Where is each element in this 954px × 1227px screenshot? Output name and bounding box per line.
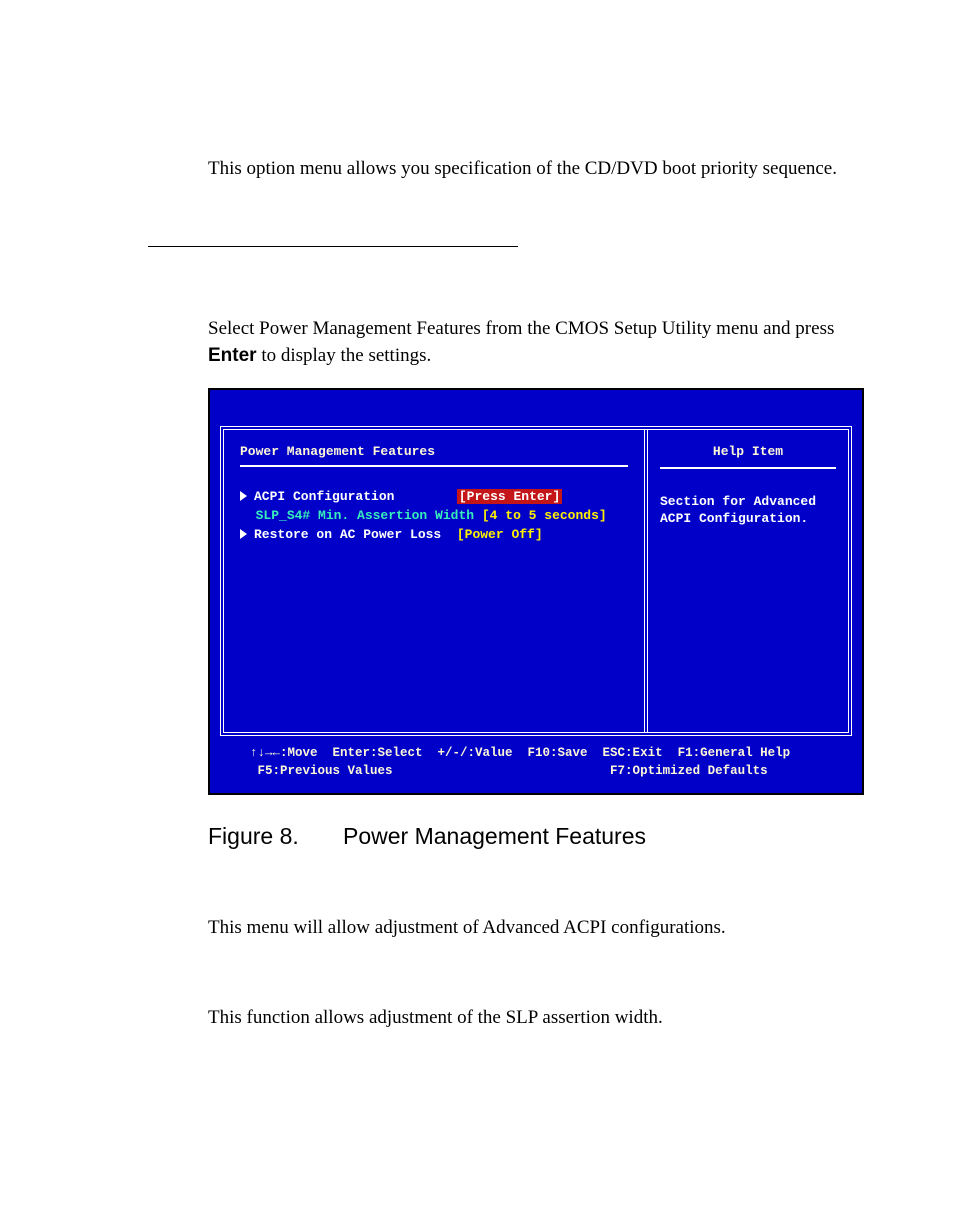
bios-footer: ↑↓→←:Move Enter:Select +/-/:Value F10:Sa… — [220, 736, 852, 784]
figure-caption: Figure 8.Power Management Features — [208, 823, 884, 850]
bios-row-label: ACPI Configuration — [254, 489, 394, 504]
figure-title: Power Management Features — [343, 823, 646, 849]
bios-panel: Power Management Features ACPI Configura… — [220, 426, 852, 736]
triangle-right-icon — [240, 529, 247, 539]
bios-row-value: [Press Enter] — [457, 489, 562, 504]
bios-row-label: Restore on AC Power Loss — [254, 527, 441, 542]
bios-left-panel: Power Management Features ACPI Configura… — [224, 430, 648, 732]
paragraph-slp: This function allows adjustment of the S… — [208, 1004, 884, 1032]
figure-number: Figure 8. — [208, 823, 343, 850]
instruction-post: to display the settings. — [257, 345, 432, 366]
bios-help-text: Section for Advanced ACPI Configuration. — [660, 493, 836, 528]
section-divider — [148, 246, 518, 247]
bios-help-title: Help Item — [660, 444, 836, 459]
bios-help-panel: Help Item Section for Advanced ACPI Conf… — [648, 430, 848, 732]
instruction-pre: Select Power Management Features from th… — [208, 318, 834, 339]
paragraph-acpi: This menu will allow adjustment of Advan… — [208, 914, 884, 942]
triangle-right-icon — [240, 491, 247, 501]
paragraph-boot-priority: This option menu allows you specificatio… — [208, 155, 884, 183]
bios-title-divider — [240, 465, 628, 467]
bios-help-divider — [660, 467, 836, 469]
bios-title: Power Management Features — [240, 444, 628, 459]
bios-menu-row[interactable]: ACPI Configuration [Press Enter] — [240, 489, 628, 504]
bios-footer-line1: ↑↓→←:Move Enter:Select +/-/:Value F10:Sa… — [250, 746, 790, 760]
bios-row-value: [Power Off] — [457, 527, 543, 542]
bios-row-value: [4 to 5 seconds] — [482, 508, 607, 523]
paragraph-instruction: Select Power Management Features from th… — [208, 315, 884, 370]
bios-menu-row[interactable]: Restore on AC Power Loss [Power Off] — [240, 527, 628, 542]
bios-row-label: SLP_S4# Min. Assertion Width — [256, 508, 482, 523]
bios-footer-line2: F5:Previous Values F7:Optimized Defaults — [250, 764, 768, 778]
bios-menu-row[interactable]: SLP_S4# Min. Assertion Width [4 to 5 sec… — [240, 508, 628, 523]
bios-screen: Power Management Features ACPI Configura… — [208, 388, 864, 796]
instruction-bold: Enter — [208, 345, 257, 366]
